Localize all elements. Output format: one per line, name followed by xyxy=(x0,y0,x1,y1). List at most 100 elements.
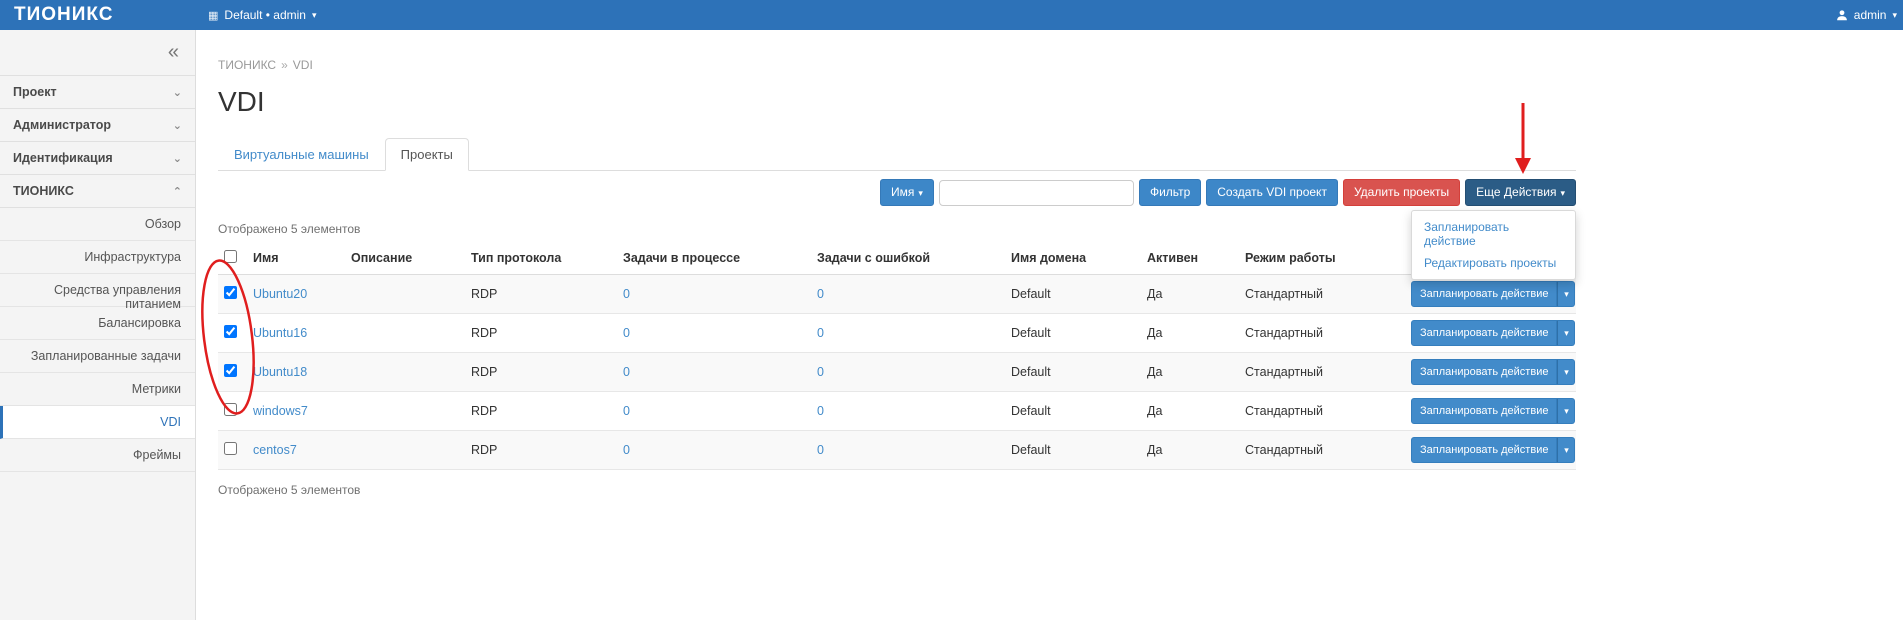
row-actions-cell: Запланировать действие ▾ xyxy=(1411,320,1576,346)
sidebar-section-label: Проект xyxy=(13,85,57,99)
protocol-cell: RDP xyxy=(471,365,623,379)
sidebar-section[interactable]: Идентификация ⌄ xyxy=(0,142,195,175)
tab-virtual-machines[interactable]: Виртуальные машины xyxy=(218,138,385,171)
row-checkbox[interactable] xyxy=(224,403,237,416)
user-menu[interactable]: admin ▾ xyxy=(1836,8,1903,22)
domain-cell: Default xyxy=(1011,404,1147,418)
dropdown-item[interactable]: Запланировать действие xyxy=(1412,216,1575,252)
brand-logo[interactable]: ТИОНИКС xyxy=(0,4,196,26)
sidebar-section[interactable]: Администратор ⌄ xyxy=(0,109,195,142)
tasks-running-cell: 0 xyxy=(623,443,817,457)
sidebar-section[interactable]: Проект ⌄ xyxy=(0,76,195,109)
sidebar-item[interactable]: Инфраструктура xyxy=(0,241,195,274)
select-all-checkbox[interactable] xyxy=(224,250,237,263)
row-actions-cell: Запланировать действие ▾ xyxy=(1411,359,1576,385)
caret-down-icon: ▾ xyxy=(1564,328,1569,338)
tasks-error-link[interactable]: 0 xyxy=(817,443,824,457)
sidebar-section-label: Администратор xyxy=(13,118,111,132)
table-row: Ubuntu16 RDP 0 0 Default Да Стандартный xyxy=(218,314,1576,353)
delete-projects-button[interactable]: Удалить проекты xyxy=(1343,179,1460,206)
column-header[interactable]: Имя xyxy=(253,251,351,265)
sidebar-item[interactable]: Балансировка xyxy=(0,307,195,340)
context-switcher[interactable]: ▦ Default • admin ▾ xyxy=(196,8,317,22)
project-name-link[interactable]: Ubuntu16 xyxy=(253,326,307,340)
tasks-running-link[interactable]: 0 xyxy=(623,404,630,418)
tasks-running-cell: 0 xyxy=(623,404,817,418)
row-checkbox-cell xyxy=(218,325,253,341)
caret-down-icon: ▾ xyxy=(1560,188,1565,198)
tasks-running-link[interactable]: 0 xyxy=(623,326,630,340)
sidebar-item[interactable]: Фреймы xyxy=(0,439,195,472)
schedule-action-button[interactable]: Запланировать действие xyxy=(1411,320,1557,346)
tasks-running-link[interactable]: 0 xyxy=(623,287,630,301)
tasks-error-link[interactable]: 0 xyxy=(817,404,824,418)
row-actions-caret-button[interactable]: ▾ xyxy=(1557,281,1575,307)
row-checkbox[interactable] xyxy=(224,364,237,377)
filter-button[interactable]: Фильтр xyxy=(1139,179,1201,206)
tasks-running-link[interactable]: 0 xyxy=(623,443,630,457)
row-checkbox[interactable] xyxy=(224,325,237,338)
sidebar-item-label: Балансировка xyxy=(98,316,181,330)
domain-cell: Default xyxy=(1011,326,1147,340)
schedule-action-button[interactable]: Запланировать действие xyxy=(1411,359,1557,385)
name-filter-dropdown-button[interactable]: Имя▾ xyxy=(880,179,934,206)
schedule-action-button[interactable]: Запланировать действие xyxy=(1411,398,1557,424)
tasks-error-cell: 0 xyxy=(817,443,1011,457)
project-name-link[interactable]: Ubuntu20 xyxy=(253,287,307,301)
column-header[interactable]: Задачи с ошибкой xyxy=(817,251,1011,265)
items-count-bottom: Отображено 5 элементов xyxy=(218,483,1576,497)
row-checkbox[interactable] xyxy=(224,442,237,455)
project-name-link[interactable]: windows7 xyxy=(253,404,308,418)
row-actions-caret-button[interactable]: ▾ xyxy=(1557,398,1575,424)
tasks-error-link[interactable]: 0 xyxy=(817,365,824,379)
sidebar-collapse-button[interactable]: « xyxy=(0,30,195,76)
column-header[interactable]: Описание xyxy=(351,251,471,265)
sidebar-item[interactable]: Средства управления питанием xyxy=(0,274,195,307)
tasks-error-link[interactable]: 0 xyxy=(817,287,824,301)
table-row: windows7 RDP 0 0 Default Да Стандартный xyxy=(218,392,1576,431)
schedule-action-button[interactable]: Запланировать действие xyxy=(1411,437,1557,463)
sidebar-submenu: Обзор Инфраструктура Средства управления… xyxy=(0,208,195,472)
tab-projects[interactable]: Проекты xyxy=(385,138,469,171)
column-header[interactable]: Режим работы xyxy=(1245,251,1411,265)
sidebar-item[interactable]: Запланированные задачи xyxy=(0,340,195,373)
tasks-error-cell: 0 xyxy=(817,365,1011,379)
row-checkbox-cell xyxy=(218,403,253,419)
project-name-link[interactable]: Ubuntu18 xyxy=(253,365,307,379)
row-checkbox[interactable] xyxy=(224,286,237,299)
tasks-error-link[interactable]: 0 xyxy=(817,326,824,340)
sidebar-item[interactable]: Метрики xyxy=(0,373,195,406)
caret-down-icon: ▾ xyxy=(312,10,317,21)
tasks-running-link[interactable]: 0 xyxy=(623,365,630,379)
tasks-running-cell: 0 xyxy=(623,287,817,301)
active-cell: Да xyxy=(1147,443,1245,457)
mode-cell: Стандартный xyxy=(1245,404,1411,418)
row-actions-caret-button[interactable]: ▾ xyxy=(1557,359,1575,385)
sidebar-item[interactable]: VDI xyxy=(0,406,195,439)
column-header[interactable]: Тип протокола xyxy=(471,251,623,265)
project-name-link[interactable]: centos7 xyxy=(253,443,297,457)
dropdown-item[interactable]: Редактировать проекты xyxy=(1412,252,1575,274)
more-actions-button[interactable]: Еще Действия▾ xyxy=(1465,179,1576,206)
search-input[interactable] xyxy=(939,180,1134,206)
create-vdi-project-button[interactable]: Создать VDI проект xyxy=(1206,179,1338,206)
table-row: centos7 RDP 0 0 Default Да Стандартный xyxy=(218,431,1576,470)
protocol-cell: RDP xyxy=(471,443,623,457)
project-name-cell: windows7 xyxy=(253,404,351,418)
breadcrumb-root-link[interactable]: ТИОНИКС xyxy=(218,58,276,72)
page-title: VDI xyxy=(218,86,1576,118)
project-name-cell: centos7 xyxy=(253,443,351,457)
column-header[interactable]: Активен xyxy=(1147,251,1245,265)
row-actions-caret-button[interactable]: ▾ xyxy=(1557,320,1575,346)
more-actions-dropdown: Запланировать действие Редактировать про… xyxy=(1411,210,1576,280)
protocol-cell: RDP xyxy=(471,404,623,418)
schedule-action-button[interactable]: Запланировать действие xyxy=(1411,281,1557,307)
column-header[interactable]: Задачи в процессе xyxy=(623,251,817,265)
sidebar-item[interactable]: Обзор xyxy=(0,208,195,241)
column-header[interactable]: Имя домена xyxy=(1011,251,1147,265)
context-label: Default • admin xyxy=(224,8,306,22)
chevron-icon: ⌄ xyxy=(173,119,182,132)
row-actions-caret-button[interactable]: ▾ xyxy=(1557,437,1575,463)
project-name-cell: Ubuntu20 xyxy=(253,287,351,301)
sidebar-section[interactable]: ТИОНИКС ⌃ xyxy=(0,175,195,208)
